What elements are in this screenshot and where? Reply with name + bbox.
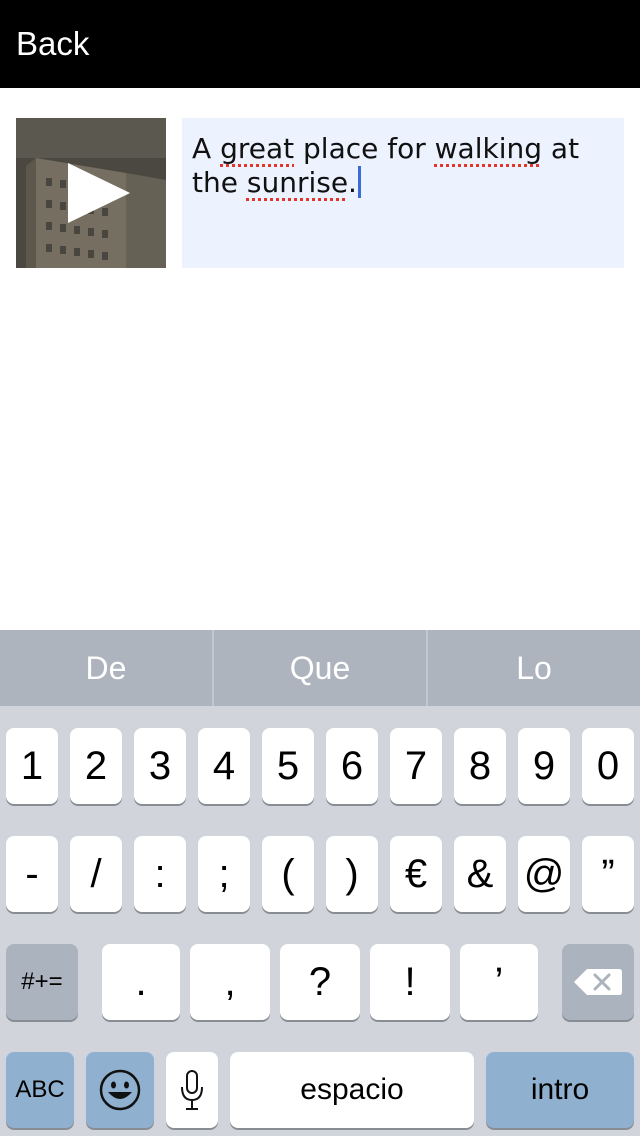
caption-text: place for [294, 132, 435, 165]
suggestion-item[interactable]: Que [214, 630, 426, 706]
key-comma[interactable]: , [190, 944, 270, 1020]
suggestion-bar: De Que Lo [0, 630, 640, 706]
key-semicolon[interactable]: ; [198, 836, 250, 912]
backspace-icon [574, 969, 622, 995]
space-key[interactable]: espacio [230, 1052, 474, 1128]
dictation-key[interactable] [166, 1052, 218, 1128]
nav-bar: Back [0, 0, 640, 88]
microphone-icon [181, 1070, 203, 1110]
key-colon[interactable]: : [134, 836, 186, 912]
key-quote[interactable]: ” [582, 836, 634, 912]
caption-text-field[interactable]: A great place for walking at the sunrise… [182, 118, 624, 268]
text-cursor [357, 166, 361, 198]
key-period[interactable]: . [102, 944, 180, 1020]
key-euro[interactable]: € [390, 836, 442, 912]
misspelled-word[interactable]: walking [435, 132, 542, 165]
key-slash[interactable]: / [70, 836, 122, 912]
key-3[interactable]: 3 [134, 728, 186, 804]
key-8[interactable]: 8 [454, 728, 506, 804]
misspelled-word[interactable]: great [220, 132, 294, 165]
video-thumbnail[interactable] [16, 118, 166, 268]
key-ampersand[interactable]: & [454, 836, 506, 912]
key-4[interactable]: 4 [198, 728, 250, 804]
caption-text: A [192, 132, 221, 165]
suggestion-item[interactable]: De [0, 630, 212, 706]
misspelled-word[interactable]: sunrise [247, 166, 348, 199]
key-exclamation[interactable]: ! [370, 944, 450, 1020]
key-question[interactable]: ? [280, 944, 360, 1020]
key-close-paren[interactable]: ) [326, 836, 378, 912]
back-button[interactable]: Back [16, 22, 89, 66]
key-7[interactable]: 7 [390, 728, 442, 804]
key-1[interactable]: 1 [6, 728, 58, 804]
key-6[interactable]: 6 [326, 728, 378, 804]
emoji-icon [99, 1069, 141, 1111]
key-5[interactable]: 5 [262, 728, 314, 804]
abc-key[interactable]: ABC [6, 1052, 74, 1128]
key-hyphen[interactable]: - [6, 836, 58, 912]
keyboard: De Que Lo 1 2 3 4 5 6 7 8 9 0 - / : ; ( … [0, 630, 640, 1136]
more-symbols-key[interactable]: #+= [6, 944, 78, 1020]
delete-key[interactable] [562, 944, 634, 1020]
key-9[interactable]: 9 [518, 728, 570, 804]
emoji-key[interactable] [86, 1052, 154, 1128]
key-at[interactable]: @ [518, 836, 570, 912]
play-icon[interactable] [16, 118, 166, 268]
key-0[interactable]: 0 [582, 728, 634, 804]
key-2[interactable]: 2 [70, 728, 122, 804]
return-key[interactable]: intro [486, 1052, 634, 1128]
key-open-paren[interactable]: ( [262, 836, 314, 912]
suggestion-item[interactable]: Lo [428, 630, 640, 706]
caption-text: . [348, 166, 357, 199]
key-apostrophe[interactable]: ’ [460, 944, 538, 1020]
